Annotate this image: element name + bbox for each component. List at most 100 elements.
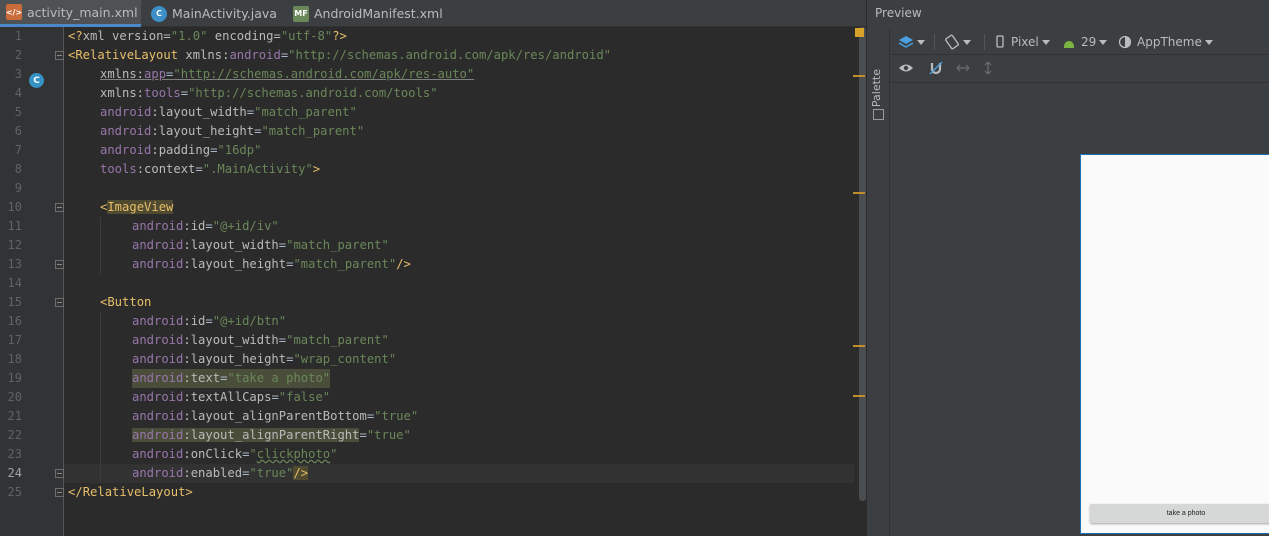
code-line-7: android:padding="16dp" bbox=[100, 143, 262, 157]
device-name: Pixel bbox=[1011, 35, 1039, 49]
fold-toggle-icon[interactable] bbox=[55, 298, 64, 307]
toolbar-divider bbox=[984, 34, 985, 50]
code-line-10: <ImageView bbox=[100, 200, 174, 214]
palette-strip[interactable]: Palette bbox=[867, 29, 890, 536]
android-icon bbox=[1064, 41, 1074, 48]
line-number: 5 bbox=[14, 105, 22, 119]
palette-label[interactable]: Palette bbox=[870, 69, 883, 107]
code-line-23: android:onClick="clickphoto" bbox=[132, 447, 338, 461]
code-line-25: </RelativeLayout> bbox=[68, 485, 193, 499]
warning-marker[interactable] bbox=[853, 75, 865, 77]
design-surface-button[interactable] bbox=[898, 33, 925, 51]
line-number: 9 bbox=[14, 181, 22, 195]
line-number: 4 bbox=[14, 86, 22, 100]
indent-guide bbox=[100, 217, 101, 274]
line-number: 6 bbox=[14, 124, 22, 138]
expand-horizontal-button[interactable] bbox=[956, 59, 970, 77]
preview-toolbar: Pixel 29 AppTheme bbox=[890, 29, 1269, 55]
code-line-20: android:textAllCaps="false" bbox=[132, 390, 331, 404]
design-canvas[interactable]: take a photo bbox=[890, 83, 1269, 536]
code-line-18: android:layout_height="wrap_content" bbox=[132, 352, 397, 366]
preview-secondary-toolbar bbox=[890, 55, 1269, 83]
tab-androidmanifest-xml[interactable]: MF AndroidManifest.xml bbox=[287, 0, 444, 27]
line-number: 16 bbox=[7, 314, 22, 328]
java-class-icon: C bbox=[151, 5, 167, 22]
class-gutter-icon[interactable]: C bbox=[29, 73, 44, 88]
code-line-4: xmlns:tools="http://schemas.android.com/… bbox=[100, 86, 438, 100]
api-level: 29 bbox=[1081, 35, 1097, 49]
chevron-down-icon bbox=[1204, 39, 1213, 45]
chevron-down-icon bbox=[1041, 39, 1050, 45]
palette-icon[interactable] bbox=[873, 109, 884, 120]
line-number: 11 bbox=[7, 219, 22, 233]
tab-activity-main-xml[interactable]: </> activity_main.xml bbox=[0, 0, 141, 27]
fold-toggle-icon[interactable] bbox=[55, 488, 64, 497]
line-number: 19 bbox=[7, 371, 22, 385]
code-line-21: android:layout_alignParentBottom="true" bbox=[132, 409, 419, 423]
warning-marker[interactable] bbox=[853, 345, 865, 347]
line-number: 23 bbox=[7, 447, 22, 461]
theme-name: AppTheme bbox=[1137, 35, 1202, 49]
arrows-horizontal-icon bbox=[956, 64, 970, 72]
api-level-selector[interactable]: 29 bbox=[1062, 33, 1108, 51]
tab-mainactivity-java[interactable]: C MainActivity.java bbox=[145, 0, 283, 27]
line-number: 15 bbox=[7, 295, 22, 309]
warning-marker[interactable] bbox=[853, 395, 865, 397]
warning-marker[interactable] bbox=[853, 192, 865, 194]
line-number: 17 bbox=[7, 333, 22, 347]
editor-tab-bar: </> activity_main.xml C MainActivity.jav… bbox=[0, 0, 866, 27]
line-number: 3 bbox=[14, 67, 22, 81]
line-number: 13 bbox=[7, 257, 22, 271]
chevron-down-icon bbox=[963, 39, 971, 45]
expand-vertical-button[interactable] bbox=[983, 59, 993, 77]
orientation-button[interactable] bbox=[944, 33, 971, 51]
code-line-24: android:enabled="true"/> bbox=[132, 466, 309, 480]
theme-selector[interactable]: AppTheme bbox=[1118, 33, 1213, 51]
preview-title: Preview bbox=[875, 6, 922, 20]
line-number: 18 bbox=[7, 352, 22, 366]
tab-label: activity_main.xml bbox=[27, 4, 138, 20]
view-options-button[interactable] bbox=[898, 59, 914, 77]
line-number: 25 bbox=[7, 485, 22, 499]
line-number-current: 24 bbox=[7, 466, 22, 480]
inspection-status-icon[interactable] bbox=[855, 28, 864, 37]
fold-toggle-icon[interactable] bbox=[55, 203, 64, 212]
theme-icon bbox=[1118, 35, 1132, 49]
code-line-2: <RelativeLayout xmlns:android="http://sc… bbox=[68, 48, 612, 62]
editor-gutter: 1 2 3 4 5 6 7 8 9 10 11 12 13 14 15 16 1… bbox=[0, 27, 64, 536]
autoconnect-button[interactable] bbox=[928, 59, 944, 77]
manifest-file-icon: MF bbox=[293, 5, 309, 22]
fold-toggle-icon[interactable] bbox=[55, 469, 64, 478]
line-number: 1 bbox=[14, 29, 22, 43]
device-screen-preview[interactable]: take a photo bbox=[1080, 154, 1269, 534]
fold-toggle-icon[interactable] bbox=[55, 260, 64, 269]
code-line-19: android:text="take a photo" bbox=[132, 369, 331, 388]
rotate-device-icon bbox=[945, 34, 959, 50]
layers-icon bbox=[898, 36, 914, 48]
line-number: 8 bbox=[14, 162, 22, 176]
code-editor[interactable]: 1 2 3 4 5 6 7 8 9 10 11 12 13 14 15 16 1… bbox=[0, 27, 866, 536]
code-line-3: xmlns:app="http://schemas.android.com/ap… bbox=[100, 67, 475, 81]
tab-label: MainActivity.java bbox=[172, 6, 277, 21]
line-number: 2 bbox=[14, 48, 22, 62]
toolbar-divider bbox=[934, 34, 935, 50]
code-line-5: android:layout_width="match_parent" bbox=[100, 105, 357, 119]
preview-panel: Preview Palette Pixel 29 AppTheme take a… bbox=[866, 0, 1269, 536]
xml-file-icon: </> bbox=[6, 4, 22, 20]
chevron-down-icon bbox=[917, 39, 925, 45]
line-number: 22 bbox=[7, 428, 22, 442]
code-line-1: <?xml version="1.0" encoding="utf-8"?> bbox=[68, 29, 347, 43]
code-line-17: android:layout_width="match_parent" bbox=[132, 333, 389, 347]
magnet-off-icon bbox=[929, 61, 943, 75]
fold-toggle-icon[interactable] bbox=[55, 51, 64, 60]
line-number: 20 bbox=[7, 390, 22, 404]
chevron-down-icon bbox=[1099, 39, 1108, 45]
preview-take-photo-button[interactable]: take a photo bbox=[1090, 504, 1269, 523]
code-line-22: android:layout_alignParentRight="true" bbox=[132, 428, 411, 442]
device-selector[interactable]: Pixel bbox=[995, 33, 1050, 51]
editor-scrollbar-thumb[interactable] bbox=[859, 27, 866, 501]
indent-guide bbox=[100, 312, 101, 483]
line-number: 14 bbox=[7, 276, 22, 290]
code-line-6: android:layout_height="match_parent" bbox=[100, 124, 365, 138]
code-line-11: android:id="@+id/iv" bbox=[132, 219, 279, 233]
